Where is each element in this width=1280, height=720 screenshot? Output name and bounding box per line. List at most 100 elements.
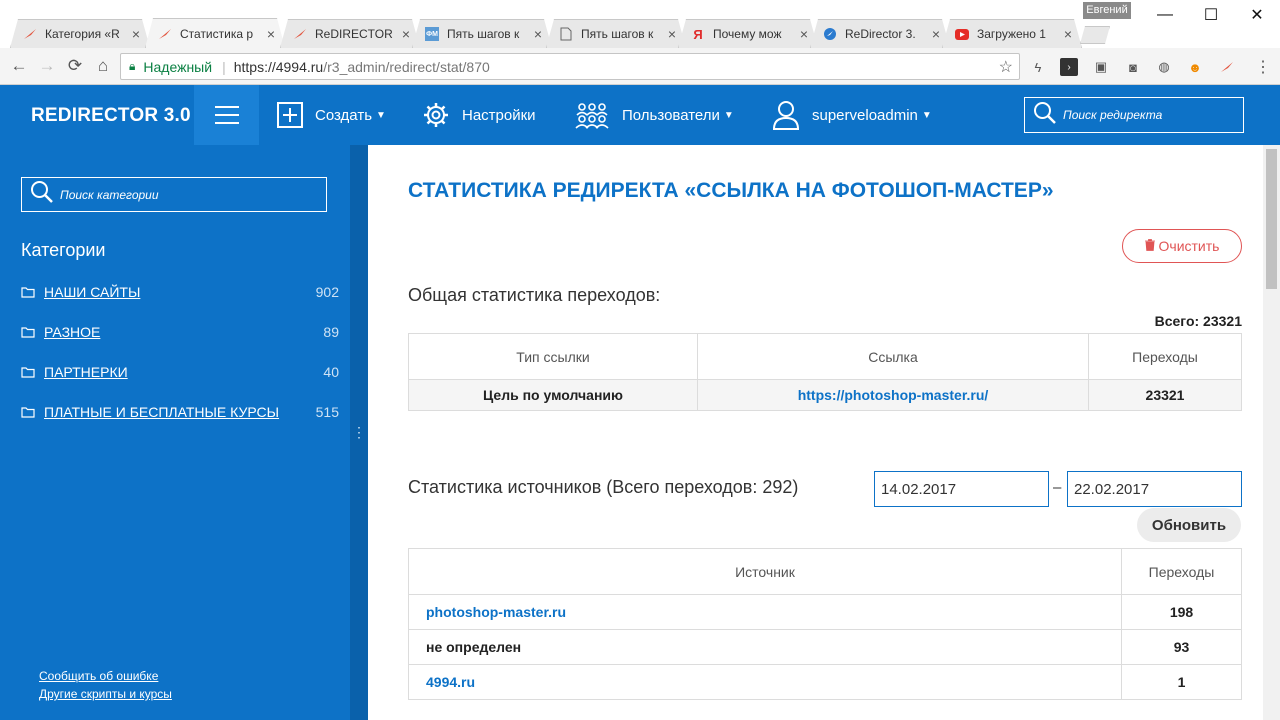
sidebar-resize-handle[interactable]: ⋮ (350, 145, 368, 720)
browser-tab-active[interactable]: Статистика р × (145, 18, 285, 48)
other-scripts-link[interactable]: Другие скрипты и курсы (39, 685, 172, 703)
overall-stats-table: Тип ссылки Ссылка Переходы Цель по умолч… (408, 333, 1242, 411)
bookmark-star-icon[interactable]: ☆ (999, 57, 1013, 77)
home-icon[interactable]: ⌂ (92, 55, 114, 77)
column-header: Тип ссылки (408, 333, 698, 380)
users-menu[interactable]: Пользователи ▼ (574, 85, 734, 145)
yandex-icon: Я (693, 26, 703, 42)
column-header: Переходы (1121, 548, 1242, 595)
main-scrollbar[interactable] (1263, 145, 1280, 720)
back-icon[interactable]: ← (8, 55, 30, 77)
clear-button[interactable]: Очистить (1122, 229, 1242, 263)
app-brand[interactable]: REDIRECTOR 3.0 (31, 105, 191, 127)
redirect-search-box[interactable] (1024, 97, 1244, 133)
browser-tab[interactable]: ReDirector 3. × (810, 19, 950, 48)
clicks-cell: 93 (1121, 629, 1242, 665)
minimize-icon[interactable]: — (1142, 0, 1188, 30)
emoji-icon[interactable]: ☻ (1186, 58, 1204, 76)
date-separator: – (1053, 479, 1062, 496)
folder-icon (21, 366, 35, 378)
plus-square-icon (277, 102, 303, 128)
hamburger-menu-icon[interactable] (194, 85, 259, 145)
browser-tab[interactable]: Я Почему мож × (678, 19, 818, 48)
category-count: 902 (315, 284, 339, 300)
redirector-icon (23, 27, 37, 41)
column-header: Переходы (1088, 333, 1242, 380)
extension-terminal-icon[interactable]: › (1060, 58, 1078, 76)
source-link[interactable]: photoshop-master.ru (426, 604, 566, 620)
extension-puzzle-icon[interactable]: ▣ (1092, 58, 1110, 76)
category-item[interactable]: ПАРТНЕРКИ 40 (21, 362, 339, 382)
tab-close-icon[interactable]: × (665, 26, 679, 42)
tab-close-icon[interactable]: × (797, 26, 811, 42)
category-item[interactable]: ПЛАТНЫЕ И БЕСПЛАТНЫЕ КУРСЫ 515 (21, 402, 339, 422)
category-name[interactable]: ПАРТНЕРКИ (44, 364, 323, 380)
profile-badge[interactable]: Евгений (1083, 2, 1131, 19)
create-menu[interactable]: Создать ▼ (277, 85, 386, 145)
sources-stats-title: Статистика источников (Всего переходов: … (408, 477, 799, 497)
address-bar[interactable]: 🔒︎ Надежный | https://4994.ru/r3_admin/r… (120, 53, 1020, 80)
tab-close-icon[interactable]: × (1061, 26, 1075, 42)
link-cell: https://photoshop-master.ru/ (697, 379, 1089, 411)
tab-close-icon[interactable]: × (264, 26, 278, 42)
close-window-icon[interactable]: ✕ (1234, 0, 1280, 30)
table-row: photoshop-master.ru 198 (408, 594, 1242, 630)
target-url-link[interactable]: https://photoshop-master.ru/ (798, 387, 989, 403)
source-cell: photoshop-master.ru (408, 594, 1122, 630)
column-header: Ссылка (697, 333, 1089, 380)
url-separator: | (222, 58, 226, 75)
link-type-cell: Цель по умолчанию (408, 379, 698, 411)
tab-close-icon[interactable]: × (399, 26, 413, 42)
globe-icon[interactable]: ◍ (1155, 58, 1173, 76)
column-header: Источник (408, 548, 1122, 595)
forward-icon[interactable]: → (36, 55, 58, 77)
account-menu[interactable]: superveloadmin ▼ (772, 85, 932, 145)
date-to-input[interactable]: 22.02.2017 (1067, 471, 1242, 507)
settings-link[interactable]: Настройки (422, 85, 536, 145)
source-cell: 4994.ru (408, 664, 1122, 700)
report-error-link[interactable]: Сообщить об ошибке (39, 667, 172, 685)
category-search-box[interactable] (21, 177, 327, 212)
lock-icon: 🔒︎ (129, 59, 136, 73)
category-count: 40 (323, 364, 339, 380)
user-icon (772, 100, 800, 130)
account-label: superveloadmin (812, 106, 918, 124)
url-host: https://4994.ru (233, 58, 324, 75)
source-link[interactable]: 4994.ru (426, 674, 475, 690)
refresh-button[interactable]: Обновить (1137, 508, 1241, 542)
scrollbar-thumb[interactable] (1266, 149, 1277, 289)
new-tab-button[interactable] (1080, 26, 1110, 44)
table-row: не определен 93 (408, 629, 1242, 665)
trash-icon (1144, 238, 1155, 254)
menu-kebab-icon[interactable]: ⋮ (1254, 58, 1272, 76)
maximize-icon[interactable]: ☐ (1188, 0, 1234, 30)
category-item[interactable]: НАШИ САЙТЫ 902 (21, 282, 339, 302)
tab-close-icon[interactable]: × (531, 26, 545, 42)
browser-tab[interactable]: Категория «R × (10, 19, 150, 48)
sources-table: Источник Переходы photoshop-master.ru 19… (408, 548, 1242, 700)
categories-title: Категории (21, 240, 106, 260)
browser-tab[interactable]: ReDIRECTOR × (280, 19, 420, 48)
browser-tab[interactable]: Загружено 1 × (942, 19, 1082, 48)
browser-tab[interactable]: ФМ Пять шагов к × (412, 19, 552, 48)
date-from-input[interactable]: 14.02.2017 (874, 471, 1049, 507)
category-item[interactable]: РАЗНОЕ 89 (21, 322, 339, 342)
category-name[interactable]: НАШИ САЙТЫ (44, 284, 316, 300)
folder-icon (21, 326, 35, 338)
redirector-extension-icon[interactable] (1218, 58, 1236, 76)
category-search-input[interactable] (60, 187, 220, 202)
users-label: Пользователи (622, 106, 720, 124)
folder-icon (21, 286, 35, 298)
search-icon (1033, 101, 1057, 130)
tab-close-icon[interactable]: × (929, 26, 943, 42)
tab-close-icon[interactable]: × (129, 26, 143, 42)
category-name[interactable]: РАЗНОЕ (44, 324, 323, 340)
source-cell: не определен (408, 629, 1122, 665)
reload-icon[interactable]: ⟳ (64, 55, 86, 77)
redirect-search-input[interactable] (1063, 108, 1223, 122)
redirector-icon (293, 27, 307, 41)
camera-icon[interactable]: ◙ (1124, 58, 1142, 76)
extension-lightning-icon[interactable]: ϟ (1029, 58, 1047, 76)
category-name[interactable]: ПЛАТНЫЕ И БЕСПЛАТНЫЕ КУРСЫ (44, 404, 316, 420)
browser-tab[interactable]: Пять шагов к × (546, 19, 686, 48)
